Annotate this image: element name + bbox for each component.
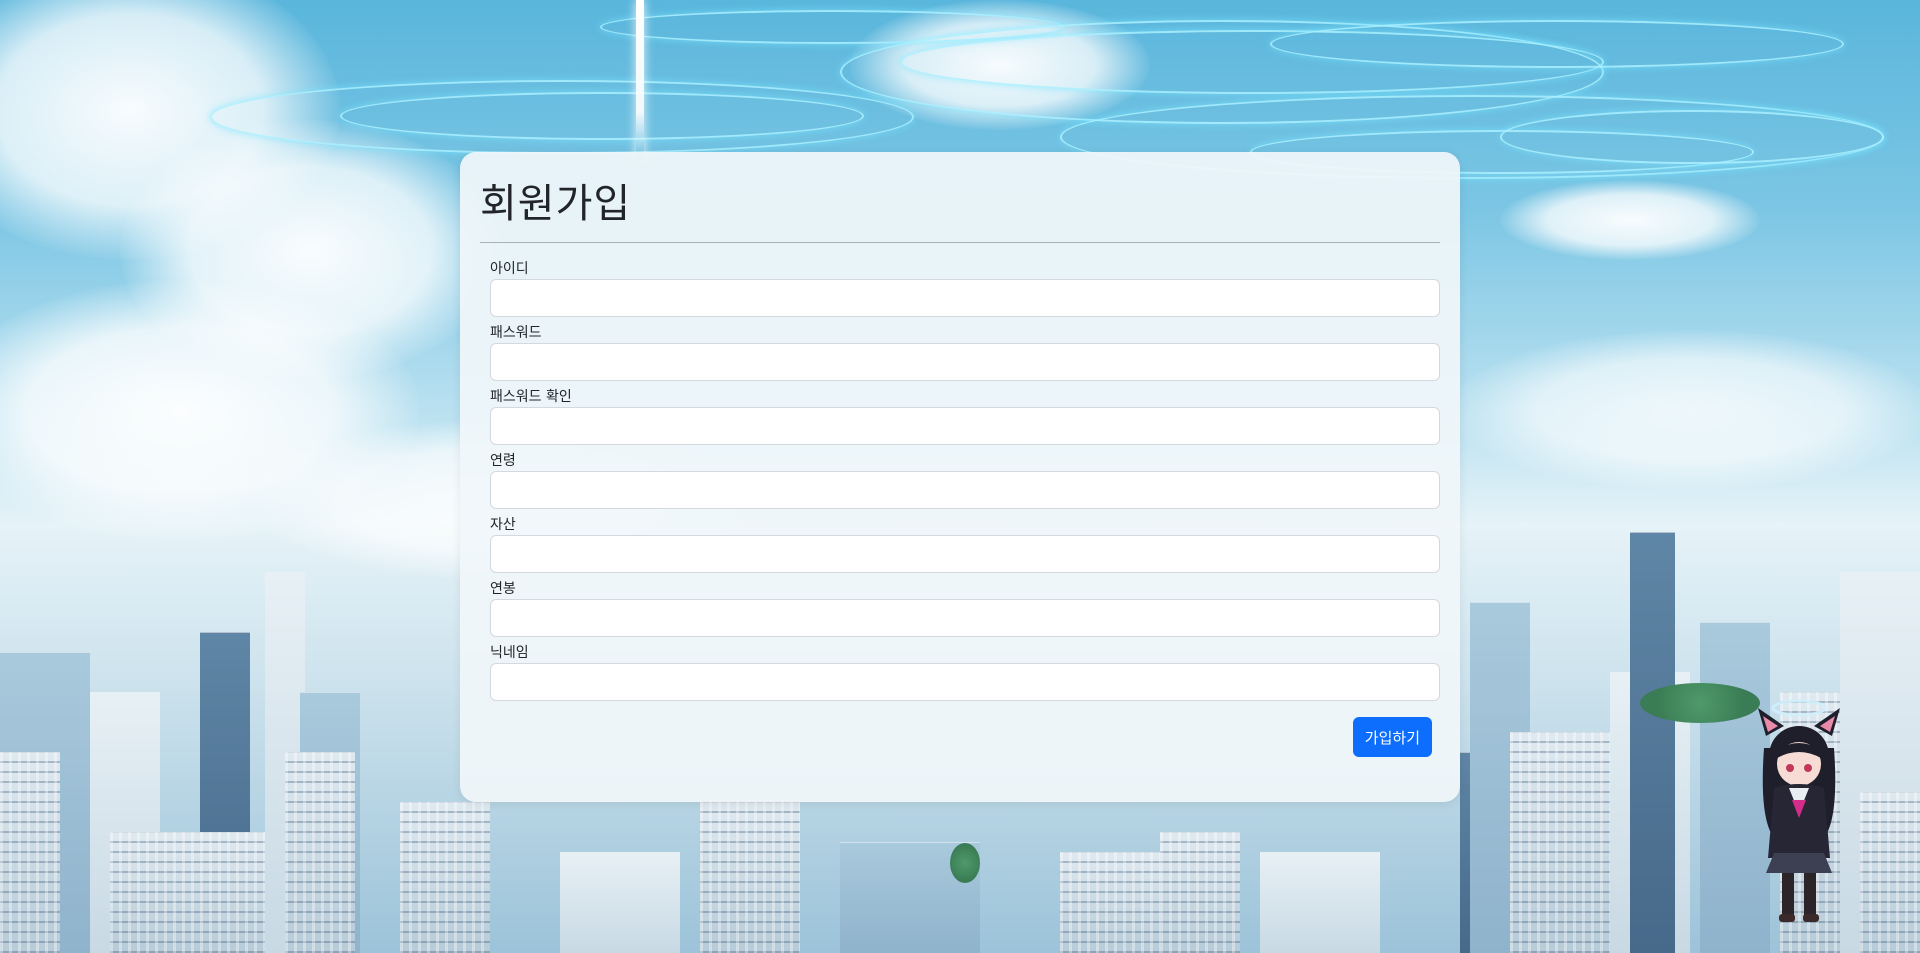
signup-button[interactable]: 가입하기 [1352,717,1432,757]
username-label: 아이디 [490,261,529,277]
halo-ring [340,92,864,140]
salary-label: 연봉 [490,581,516,597]
salary-input[interactable] [490,599,1440,637]
building [1260,852,1380,953]
building [700,802,800,953]
halo-ring [1270,20,1844,68]
title-divider [480,242,1440,243]
tree [950,843,980,883]
submit-row: 가입하기 [1352,717,1432,757]
nickname-input[interactable] [490,663,1440,701]
building [1060,852,1170,953]
password-field-group: 패스워드 [490,325,1440,381]
page-title: 회원가입 [480,181,632,227]
building [285,752,355,953]
username-input[interactable] [490,279,1440,317]
building [1510,732,1610,953]
building [1630,532,1675,953]
halo-ring [1500,110,1884,164]
building [110,832,280,953]
password-label: 패스워드 [490,325,542,341]
building [0,752,60,953]
assets-input[interactable] [490,535,1440,573]
chibi-cat-girl-icon [1758,699,1840,922]
password-confirm-input[interactable] [490,407,1440,445]
age-field-group: 연령 [490,453,1440,509]
username-field-group: 아이디 [490,261,1440,317]
building [560,852,680,953]
tree [1640,683,1760,723]
building [400,802,490,953]
assets-label: 자산 [490,517,516,533]
password-input[interactable] [490,343,1440,381]
light-beam [636,0,644,160]
password-confirm-field-group: 패스워드 확인 [490,389,1440,445]
age-label: 연령 [490,453,516,469]
signup-card: 회원가입 아이디 패스워드 패스워드 확인 연령 자산 연봉 닉네임 가입하기 [460,152,1460,802]
assets-field-group: 자산 [490,517,1440,573]
building [1860,792,1920,953]
cloud [1500,180,1760,260]
background-scene: 회원가입 아이디 패스워드 패스워드 확인 연령 자산 연봉 닉네임 가입하기 [0,0,1920,953]
salary-field-group: 연봉 [490,581,1440,637]
nickname-label: 닉네임 [490,645,529,661]
nickname-field-group: 닉네임 [490,645,1440,701]
building [1160,832,1240,953]
password-confirm-label: 패스워드 확인 [490,389,572,405]
age-input[interactable] [490,471,1440,509]
